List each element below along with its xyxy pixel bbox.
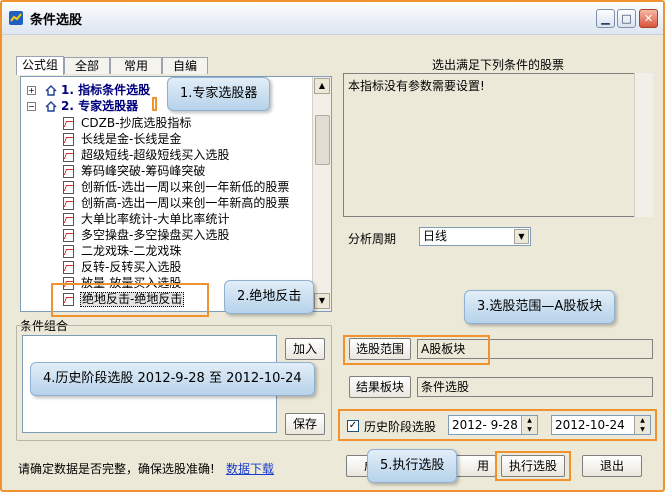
period-label: 分析周期 xyxy=(348,232,397,246)
history-label: 历史阶段选股 xyxy=(364,420,437,434)
scroll-thumb[interactable] xyxy=(315,115,330,165)
end-date-spinner[interactable]: ▲ ▼ xyxy=(634,416,650,434)
formula-icon xyxy=(63,213,74,226)
callout-3: 3.选股范围—A股板块 xyxy=(464,290,616,324)
formula-icon xyxy=(63,261,74,274)
callout-4: 4.历史阶段选股 2012-9-28 至 2012-10-24 xyxy=(30,362,315,396)
result-panel-title: 选出满足下列条件的股票 xyxy=(432,58,565,72)
indicator-description: 本指标没有参数需要设置! xyxy=(343,73,653,217)
callout-1: 1.专家选股器 xyxy=(167,77,271,111)
formula-icon xyxy=(63,181,74,194)
formula-icon xyxy=(63,245,74,258)
add-button[interactable]: 加入 xyxy=(285,338,325,360)
history-checkbox[interactable]: ✓ xyxy=(347,420,359,432)
chevron-down-icon[interactable]: ▼ xyxy=(514,229,529,244)
formula-tree[interactable]: + 1. 指标条件选股 − 2. 专家选股器 CDZB-抄底选股指标 长线是金-… xyxy=(20,76,332,312)
formula-icon xyxy=(63,117,74,130)
spin-up-icon[interactable]: ▲ xyxy=(635,416,650,425)
formula-icon xyxy=(63,165,74,178)
scroll-down-icon[interactable]: ▼ xyxy=(314,293,330,309)
scroll-up-icon[interactable]: ▲ xyxy=(314,78,330,94)
exit-button[interactable]: 退出 xyxy=(582,455,642,477)
tree-group-label: 2. 专家选股器 xyxy=(61,99,139,113)
close-icon: ✕ xyxy=(643,12,654,25)
tab-custom[interactable]: 自编 xyxy=(162,57,208,74)
tab-common[interactable]: 常用 xyxy=(110,57,162,74)
close-button[interactable]: ✕ xyxy=(639,9,658,28)
period-select[interactable]: 日线 ▼ xyxy=(419,227,531,246)
start-date-input[interactable]: 2012- 9-28 ▲ ▼ xyxy=(448,415,538,435)
save-button[interactable]: 保存 xyxy=(285,413,325,435)
expand-icon[interactable]: + xyxy=(27,86,36,95)
spin-up-icon[interactable]: ▲ xyxy=(522,416,537,425)
execute-button[interactable]: 执行选股 xyxy=(501,455,565,477)
description-scrollbar[interactable] xyxy=(634,73,653,217)
formula-icon xyxy=(63,293,74,306)
formula-icon xyxy=(63,197,74,210)
maximize-icon: □ xyxy=(621,12,632,25)
start-date-value: 2012- 9-28 xyxy=(452,418,518,432)
callout-5: 5.执行选股 xyxy=(367,449,458,483)
collapse-icon[interactable]: − xyxy=(27,102,36,111)
home-icon xyxy=(45,101,57,112)
maximize-button[interactable]: □ xyxy=(617,9,636,28)
tree-group-label: 1. 指标条件选股 xyxy=(61,83,151,97)
formula-icon xyxy=(63,229,74,242)
result-block-field: 条件选股 xyxy=(417,377,653,397)
minimize-icon: ▁ xyxy=(601,12,610,25)
tab-formula-group[interactable]: 公式组 xyxy=(16,56,64,75)
window-title: 条件选股 xyxy=(30,13,83,28)
start-date-spinner[interactable]: ▲ ▼ xyxy=(521,416,537,434)
title-bar: 条件选股 ▁ □ ✕ xyxy=(2,2,663,35)
description-text: 本指标没有参数需要设置! xyxy=(348,79,485,93)
app-icon xyxy=(9,11,23,25)
condition-selection-window: 条件选股 ▁ □ ✕ 公式组 全部 常用 自编 + 1. 指标条件选股 − 2.… xyxy=(0,0,665,492)
stock-range-button[interactable]: 选股范围 xyxy=(349,338,411,360)
callout-2: 2.绝地反击 xyxy=(224,280,315,314)
minimize-button[interactable]: ▁ xyxy=(596,9,615,28)
end-date-value: 2012-10-24 xyxy=(555,418,625,432)
end-date-input[interactable]: 2012-10-24 ▲ ▼ xyxy=(551,415,651,435)
tree-scrollbar[interactable]: ▲ ▼ xyxy=(312,77,331,311)
result-block-button[interactable]: 结果板块 xyxy=(349,376,411,398)
spin-down-icon[interactable]: ▼ xyxy=(522,425,537,434)
data-download-link[interactable]: 数据下载 xyxy=(226,460,274,477)
spin-down-icon[interactable]: ▼ xyxy=(635,425,650,434)
tab-all[interactable]: 全部 xyxy=(64,57,110,74)
formula-icon xyxy=(63,133,74,146)
formula-icon xyxy=(63,277,74,290)
period-value: 日线 xyxy=(423,229,448,243)
formula-icon xyxy=(63,149,74,162)
data-notice: 请确定数据是否完整，确保选股准确! xyxy=(18,462,215,476)
stock-range-field: A股板块 xyxy=(417,339,653,359)
home-icon xyxy=(45,85,57,96)
